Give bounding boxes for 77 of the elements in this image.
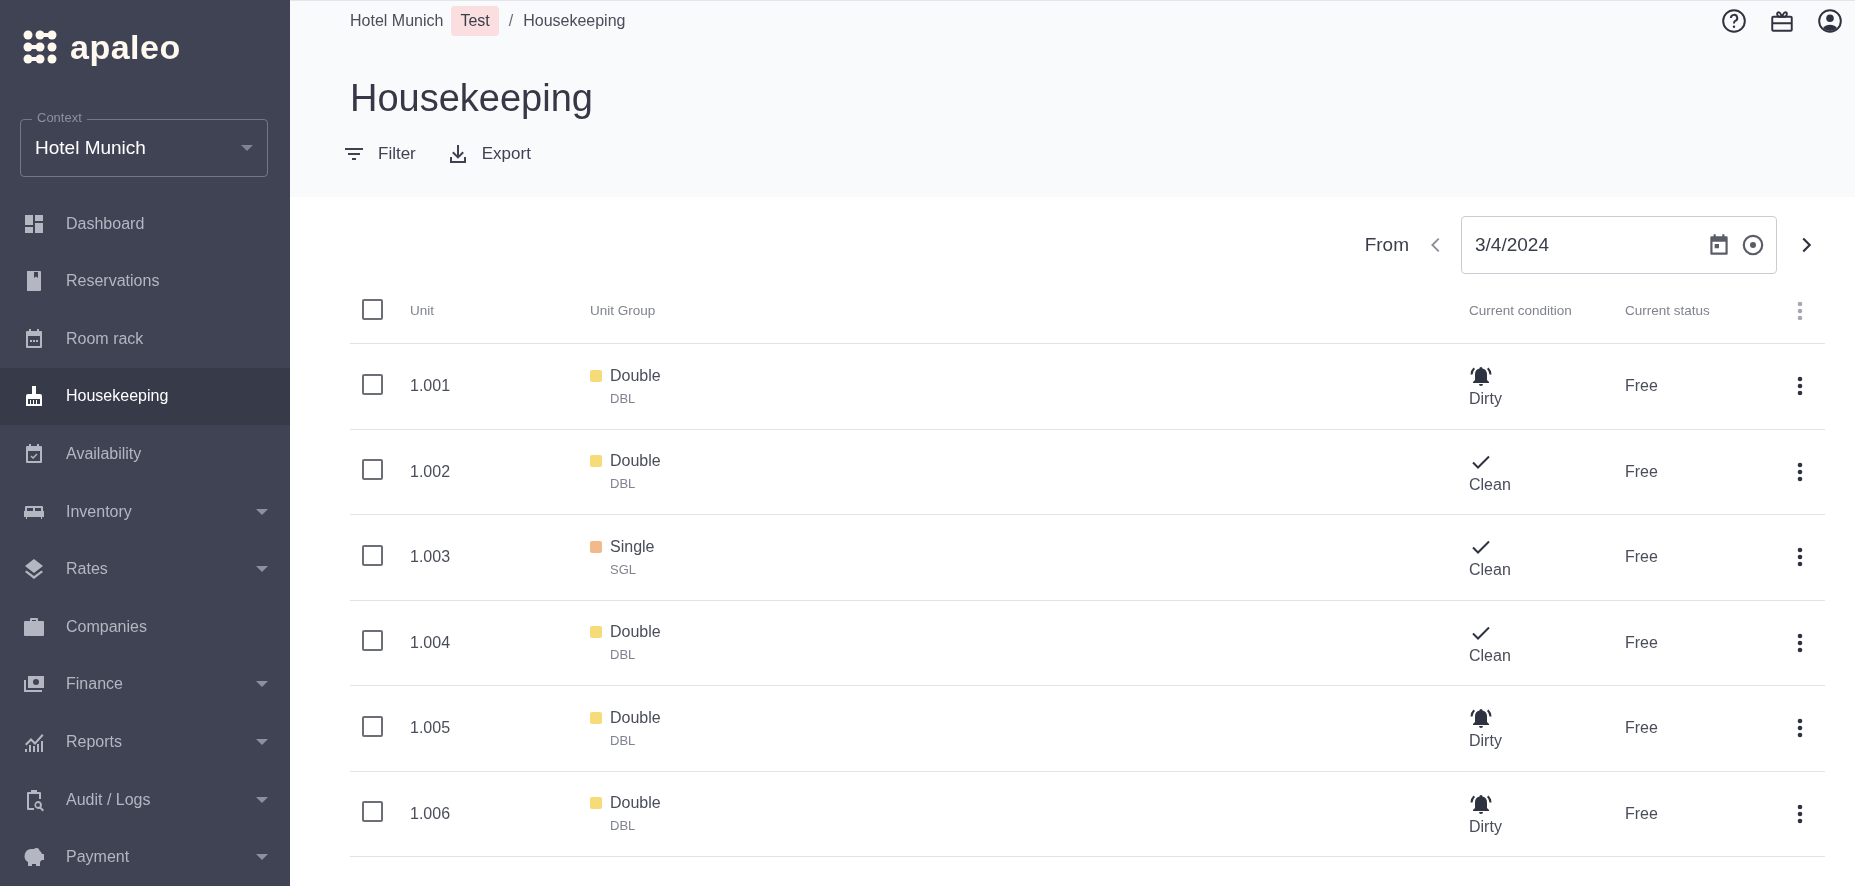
logo-wordmark: apaleo <box>70 27 181 67</box>
unit-group-name: Double <box>610 366 661 385</box>
column-header[interactable]: Unit Group <box>590 303 1469 318</box>
nav-item[interactable]: Inventory <box>0 482 290 541</box>
more-vertical-icon[interactable] <box>1797 547 1803 568</box>
unit-group-code: DBL <box>609 390 637 406</box>
unit-number: 1.005 <box>410 719 451 737</box>
breadcrumb-link[interactable]: Hotel Munich <box>350 12 444 30</box>
condition-label: Clean <box>1469 475 1511 494</box>
column-header[interactable]: Current status <box>1625 303 1710 318</box>
condition-label: Dirty <box>1469 732 1502 751</box>
condition-label: Clean <box>1469 561 1511 580</box>
toolbar-button[interactable]: Filter <box>342 142 416 166</box>
nav-item[interactable]: Companies <box>0 598 290 656</box>
condition-label: Clean <box>1469 646 1511 665</box>
account-icon[interactable] <box>1817 8 1843 34</box>
unit-group-name: Double <box>610 623 661 642</box>
status-label: Free <box>1625 548 1658 566</box>
nav-item[interactable]: Audit / Logs <box>0 770 290 829</box>
bell-ring-icon <box>1469 364 1493 389</box>
unit-number: 1.001 <box>410 377 451 395</box>
more-vertical-icon[interactable] <box>1797 461 1803 482</box>
unit-group-code: DBL <box>609 732 637 748</box>
more-vertical-icon[interactable] <box>1797 632 1803 653</box>
unit-number: 1.002 <box>410 462 451 480</box>
checkbox[interactable] <box>362 373 383 395</box>
checkbox[interactable] <box>362 801 383 823</box>
nav-item[interactable]: Reports <box>0 713 290 771</box>
checkbox[interactable] <box>362 298 383 320</box>
unit-group-code: DBL <box>609 476 637 492</box>
unit-group-name: Double <box>610 708 661 727</box>
unit-group-name: Double <box>610 794 661 813</box>
nav-item[interactable]: Housekeeping <box>0 367 290 426</box>
logo-icon <box>22 29 58 66</box>
nav-item[interactable]: Room rack <box>0 310 290 368</box>
condition-label: Dirty <box>1469 817 1502 836</box>
page-title: Housekeeping <box>350 77 594 120</box>
date-label: From <box>1364 234 1409 256</box>
status-label: Free <box>1625 804 1658 822</box>
unit-group-name: Single <box>610 537 655 556</box>
status-label: Free <box>1625 377 1658 395</box>
unit-group-code: DBL <box>609 647 637 663</box>
caret-icon <box>241 144 253 151</box>
status-label: Free <box>1625 719 1658 737</box>
nav-item[interactable]: Availability <box>0 425 290 483</box>
nav-item[interactable]: Finance <box>0 655 290 714</box>
checkbox[interactable] <box>362 715 383 737</box>
more-vertical-icon[interactable] <box>1797 376 1803 397</box>
environment-badge: Test <box>451 6 499 36</box>
bell-ring-icon <box>1469 706 1493 731</box>
unit-number: 1.003 <box>410 548 451 566</box>
checkbox[interactable] <box>362 630 383 652</box>
checkbox[interactable] <box>362 459 383 481</box>
checkbox[interactable] <box>362 544 383 566</box>
gift-icon[interactable] <box>1769 8 1795 34</box>
target-icon[interactable] <box>1740 232 1766 258</box>
status-label: Free <box>1625 633 1658 651</box>
nav-item[interactable]: Dashboard <box>0 194 290 253</box>
unit-group-code: SGL <box>609 561 637 577</box>
nav-item[interactable]: Reservations <box>0 252 290 311</box>
unit-group-name: Double <box>610 452 661 471</box>
toolbar-button[interactable]: Export <box>445 142 531 166</box>
date-field[interactable]: 3/4/2024 <box>1461 216 1777 274</box>
breadcrumb-current: Housekeeping <box>523 12 626 30</box>
status-label: Free <box>1625 462 1658 480</box>
help-icon[interactable] <box>1721 8 1747 34</box>
breadcrumb-separator: / <box>508 12 514 30</box>
condition-label: Dirty <box>1469 390 1502 409</box>
nav-item[interactable]: Rates <box>0 540 290 599</box>
unit-number: 1.004 <box>410 633 451 651</box>
nav-item[interactable]: Payment <box>0 828 290 886</box>
column-header[interactable]: Unit <box>410 303 434 318</box>
more-vertical-icon[interactable] <box>1797 803 1803 824</box>
unit-group-code: DBL <box>609 818 637 834</box>
unit-number: 1.006 <box>410 804 451 822</box>
more-vertical-icon[interactable] <box>1797 718 1803 739</box>
column-header[interactable]: Current condition <box>1469 303 1572 318</box>
